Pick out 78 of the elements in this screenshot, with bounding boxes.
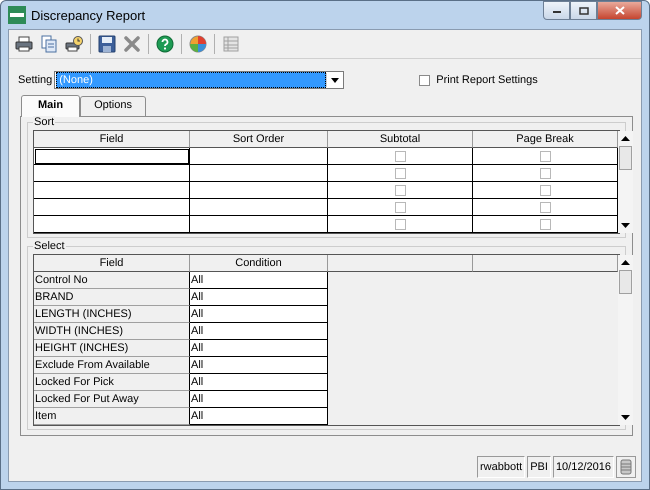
table-cell[interactable]: [190, 148, 328, 165]
column-header: Sort Order: [190, 131, 328, 148]
tab[interactable]: Main: [21, 95, 80, 117]
printer-icon[interactable]: [15, 35, 33, 53]
printer-clock-icon[interactable]: [65, 35, 83, 53]
table-cell[interactable]: [34, 165, 190, 182]
delete-icon[interactable]: [123, 35, 141, 53]
table-cell: Item: [34, 408, 190, 425]
scroll-down-icon[interactable]: [621, 415, 630, 420]
table-cell[interactable]: [190, 165, 328, 182]
checkbox[interactable]: [395, 184, 406, 196]
minimize-button[interactable]: [543, 1, 570, 20]
column-header: Subtotal: [328, 131, 473, 148]
table-cell[interactable]: All: [190, 408, 328, 425]
save-icon[interactable]: [98, 35, 116, 53]
status-field: PBI: [527, 456, 551, 478]
close-icon[interactable]: [614, 6, 624, 15]
column-header: Field: [34, 255, 190, 272]
scroll-up-icon[interactable]: [621, 260, 630, 265]
maximize-icon[interactable]: [578, 6, 588, 14]
tab[interactable]: Options: [80, 96, 146, 116]
table-cell[interactable]: [34, 182, 190, 199]
table-cell[interactable]: All: [190, 374, 328, 391]
table-cell[interactable]: All: [190, 289, 328, 306]
checkbox[interactable]: [395, 150, 406, 162]
table-cell[interactable]: [34, 148, 190, 165]
table-cell: Control No: [34, 272, 190, 289]
setting-label: Setting: [18, 74, 52, 86]
table-cell[interactable]: All: [190, 272, 328, 289]
table-cell[interactable]: [190, 199, 328, 216]
status-field: rwabbott: [477, 456, 526, 478]
table-cell[interactable]: All: [190, 306, 328, 323]
table-cell[interactable]: All: [190, 357, 328, 374]
database-icon: [620, 459, 632, 475]
checkbox[interactable]: [395, 218, 406, 230]
table-cell: Exclude From Available: [34, 357, 190, 374]
app-logo-icon: [8, 6, 26, 24]
scrollbar[interactable]: [618, 131, 633, 233]
close-button[interactable]: [597, 1, 642, 20]
group-title: Sort: [33, 116, 56, 128]
table-cell: HEIGHT (INCHES): [34, 340, 190, 357]
table-cell[interactable]: All: [190, 391, 328, 408]
table-cell[interactable]: [190, 216, 328, 233]
table-cell: Locked For Pick: [34, 374, 190, 391]
scrollbar-thumb[interactable]: [619, 146, 632, 170]
scrollbar-thumb[interactable]: [619, 270, 632, 294]
scrollbar[interactable]: [618, 255, 633, 425]
checkbox[interactable]: [395, 202, 406, 212]
scroll-down-icon[interactable]: [621, 223, 630, 228]
table-cell: BRAND: [34, 289, 190, 306]
dropdown-arrow-icon[interactable]: [330, 78, 339, 82]
checkbox[interactable]: [540, 202, 551, 212]
table-cell[interactable]: All: [190, 323, 328, 340]
preview-icon[interactable]: [40, 35, 58, 53]
table-cell: WIDTH (INCHES): [34, 323, 190, 340]
table-cell[interactable]: All: [190, 340, 328, 357]
column-header: Field: [34, 131, 190, 148]
table-cell[interactable]: [34, 216, 190, 233]
checkbox[interactable]: [540, 150, 551, 162]
checkbox[interactable]: [540, 168, 551, 178]
column-header: Condition: [190, 255, 328, 272]
table-cell: LENGTH (INCHES): [34, 306, 190, 323]
maximize-button[interactable]: [570, 1, 597, 20]
checkbox[interactable]: [540, 184, 551, 196]
table-cell[interactable]: [34, 199, 190, 216]
color-wheel-icon[interactable]: [189, 35, 207, 53]
column-header: Page Break: [473, 131, 618, 148]
window-title: Discrepancy Report: [31, 8, 146, 22]
group-title: Select: [33, 240, 66, 252]
checkbox[interactable]: [540, 218, 551, 230]
checkbox[interactable]: [419, 74, 430, 86]
checkbox-label: Print Report Settings: [436, 74, 538, 86]
help-icon[interactable]: [156, 35, 174, 53]
status-field: 10/12/2016: [552, 456, 614, 478]
table-cell[interactable]: [190, 182, 328, 199]
checkbox[interactable]: [395, 168, 406, 178]
table-cell: Locked For Put Away: [34, 391, 190, 408]
scroll-up-icon[interactable]: [621, 136, 630, 141]
